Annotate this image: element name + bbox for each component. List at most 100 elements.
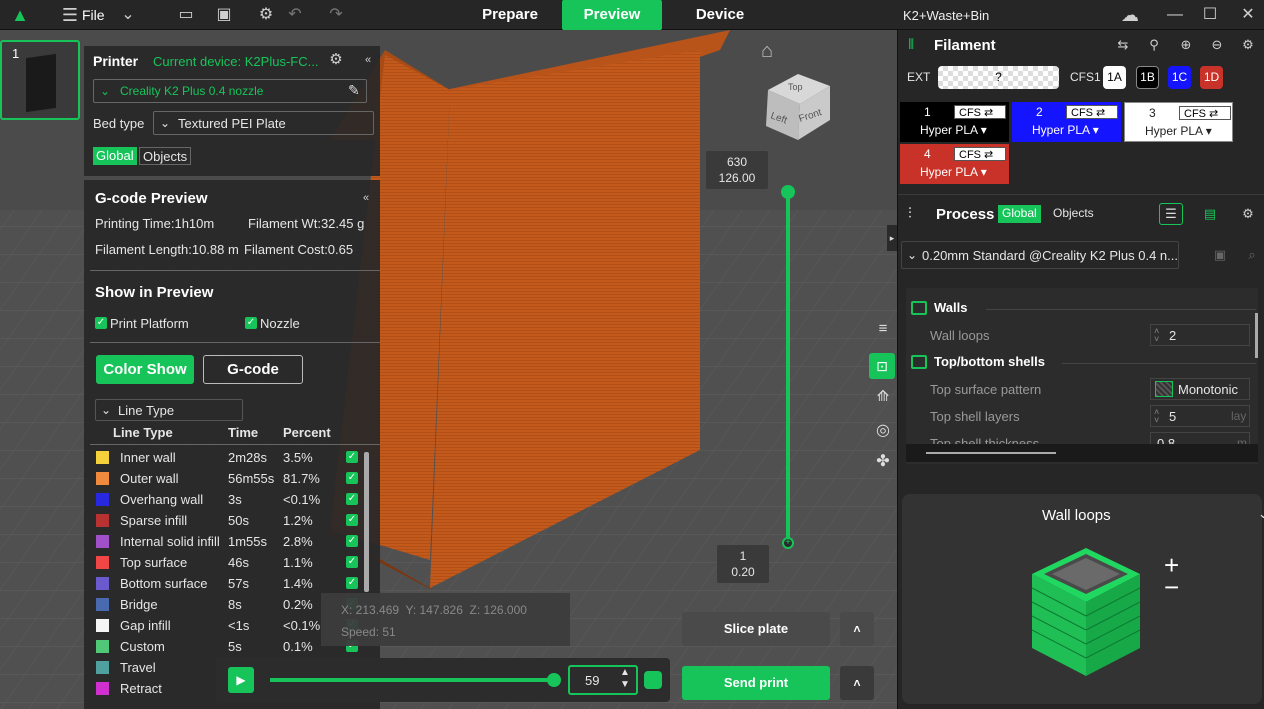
line-type-dropdown[interactable]: ⌄ Line Type <box>95 399 243 421</box>
filament-settings-icon[interactable]: ⚙ <box>1240 37 1256 53</box>
save-icon[interactable]: ▣ <box>214 5 234 25</box>
process-profile-select[interactable]: ⌄ 0.20mm Standard @Creality K2 Plus 0.4 … <box>901 241 1179 269</box>
vertical-scrollbar[interactable] <box>1255 313 1258 358</box>
menu-icon[interactable]: ☰ <box>60 5 80 25</box>
process-settings-icon[interactable]: ⚙ <box>1240 206 1256 222</box>
chevron-down-icon[interactable]: ⌄ <box>118 5 138 25</box>
cfs-slot-1d[interactable]: 1D <box>1200 66 1223 89</box>
sync-icon[interactable]: ⇆ <box>1115 37 1131 53</box>
playback-value-input[interactable]: 59 ▲ ▼ <box>568 665 638 695</box>
cfs-slot-1b[interactable]: 1B <box>1136 66 1159 89</box>
top-layers-input[interactable]: ˄ ˅ 5 lay <box>1150 405 1250 427</box>
printer-settings-icon[interactable]: ⚙ <box>328 52 344 68</box>
layers-stack-icon[interactable] <box>644 671 662 689</box>
chevron-down-icon[interactable]: ⌄ <box>1258 506 1264 522</box>
process-scope-global[interactable]: Global <box>998 205 1041 223</box>
line-type-checkbox[interactable]: ✓ <box>346 514 358 526</box>
filament-slot-2[interactable]: 2 CFS ⇄ Hyper PLA ▾ <box>1012 102 1121 142</box>
layer-slider-bottom-handle[interactable]: + <box>782 537 794 549</box>
scope-objects[interactable]: Objects <box>139 147 192 165</box>
file-menu[interactable]: File <box>82 7 105 23</box>
undo-icon[interactable]: ↶ <box>285 5 305 25</box>
layer-slider-top-handle[interactable] <box>781 185 795 199</box>
tab-prepare[interactable]: Prepare <box>462 0 558 30</box>
expand-panel-icon[interactable]: ▸ <box>887 225 897 251</box>
line-type-checkbox[interactable]: ✓ <box>346 493 358 505</box>
support-icon[interactable]: ⟰ <box>872 387 894 409</box>
slice-options-caret-icon[interactable]: ˄ <box>840 612 874 646</box>
plate-thumbnail[interactable]: 1 <box>0 40 80 120</box>
color-show-button[interactable]: Color Show <box>96 355 194 384</box>
close-icon[interactable]: ✕ <box>1238 5 1258 25</box>
compare-icon[interactable]: ▤ <box>1202 206 1218 222</box>
current-device[interactable]: Current device: K2Plus-FC... <box>153 54 318 69</box>
send-options-caret-icon[interactable]: ˄ <box>840 666 874 700</box>
edit-icon[interactable]: ✎ <box>348 82 360 99</box>
stepper-icon[interactable]: ˄ ˅ <box>1154 327 1159 344</box>
scope-global[interactable]: Global <box>93 147 137 165</box>
collapse-icon[interactable]: « <box>358 190 374 206</box>
line-type-checkbox[interactable]: ✓ <box>346 556 358 568</box>
table-scrollbar[interactable] <box>364 452 369 592</box>
print-platform-checkbox[interactable]: ✓ <box>95 317 107 329</box>
slot-cfs-tag[interactable]: CFS ⇄ <box>954 105 1006 119</box>
cloud-upload-icon[interactable]: ☁ <box>1120 5 1140 25</box>
playback-slider-handle[interactable] <box>547 673 561 687</box>
bed-type-select[interactable]: ⌄ Textured PEI Plate <box>153 111 374 135</box>
gcode-button[interactable]: G-code <box>203 355 303 384</box>
ext-spool[interactable]: ? <box>938 66 1059 89</box>
add-icon[interactable]: ⊕ <box>1178 37 1194 53</box>
nozzle-icon[interactable]: ⚲ <box>1146 37 1162 53</box>
save-profile-icon[interactable]: ▣ <box>1212 247 1228 263</box>
slot-cfs-tag[interactable]: CFS ⇄ <box>1179 106 1231 120</box>
playback-slider-track[interactable] <box>270 678 554 682</box>
slice-plate-button[interactable]: Slice plate <box>682 612 830 646</box>
view-cube[interactable]: Top Left Front <box>758 68 838 148</box>
tab-preview[interactable]: Preview <box>562 0 662 30</box>
collapse-icon[interactable]: « <box>360 52 376 68</box>
stepper-icon[interactable]: ˄ ˅ <box>1154 408 1159 425</box>
stepper-icon[interactable]: ▲ ▼ <box>620 667 630 691</box>
line-type-checkbox[interactable]: ✓ <box>346 577 358 589</box>
horizontal-scrollbar[interactable] <box>906 444 1258 462</box>
tab-device[interactable]: Device <box>672 0 768 30</box>
send-print-button[interactable]: Send print <box>682 666 830 700</box>
maximize-icon[interactable]: ☐ <box>1200 5 1220 25</box>
cfs-slot-1c[interactable]: 1C <box>1168 66 1191 89</box>
play-icon[interactable]: ▶ <box>228 667 254 693</box>
line-type-checkbox[interactable]: ✓ <box>346 535 358 547</box>
line-type-checkbox[interactable]: ✓ <box>346 472 358 484</box>
layer-view-icon[interactable]: ⊡ <box>869 353 895 379</box>
minimize-icon[interactable]: — <box>1165 5 1185 25</box>
filament-slot-4[interactable]: 4 CFS ⇄ Hyper PLA ▾ <box>900 144 1009 184</box>
redo-icon[interactable]: ↷ <box>326 5 346 25</box>
search-icon[interactable]: ⌕ <box>1244 247 1260 263</box>
top-pattern-select[interactable]: Monotonic <box>1150 378 1250 400</box>
home-icon[interactable]: ⌂ <box>756 40 778 62</box>
filament-slot-1[interactable]: 1 CFS ⇄ Hyper PLA ▾ <box>900 102 1009 142</box>
cfs-slot-1a[interactable]: 1A <box>1103 66 1126 89</box>
printer-profile-select[interactable]: ⌄ Creality K2 Plus 0.4 nozzle ✎ <box>93 79 367 103</box>
slot-material[interactable]: Hyper PLA ▾ <box>920 165 987 179</box>
ext-label: EXT <box>907 70 931 84</box>
wall-loops-input[interactable]: ˄ ˅ 2 <box>1150 324 1250 346</box>
filament-slot-3[interactable]: 3 CFS ⇄ Hyper PLA ▾ <box>1124 102 1233 142</box>
slot-cfs-tag[interactable]: CFS ⇄ <box>1066 105 1118 119</box>
open-folder-icon[interactable]: ▭ <box>176 5 196 25</box>
clover-icon[interactable]: ✤ <box>872 451 894 473</box>
slot-material[interactable]: Hyper PLA ▾ <box>1032 123 1099 137</box>
remove-icon[interactable]: ⊖ <box>1209 37 1225 53</box>
scrollbar-thumb[interactable] <box>926 452 1056 454</box>
slot-material[interactable]: Hyper PLA ▾ <box>920 123 987 137</box>
target-icon[interactable]: ◎ <box>872 420 894 442</box>
slot-cfs-tag[interactable]: CFS ⇄ <box>954 147 1006 161</box>
list-view-icon[interactable]: ☰ <box>1159 203 1183 225</box>
layer-slider-track[interactable] <box>786 192 790 544</box>
gear-icon[interactable]: ⚙ <box>256 5 276 25</box>
process-scope-objects[interactable]: Objects <box>1053 206 1094 220</box>
slot-material[interactable]: Hyper PLA ▾ <box>1145 124 1212 138</box>
nozzle-checkbox[interactable]: ✓ <box>245 317 257 329</box>
3d-viewport[interactable]: ⌂ Top Left Front 1 Printer Current devic… <box>0 30 897 709</box>
layers-icon[interactable]: ≡ <box>872 320 894 342</box>
line-type-checkbox[interactable]: ✓ <box>346 451 358 463</box>
